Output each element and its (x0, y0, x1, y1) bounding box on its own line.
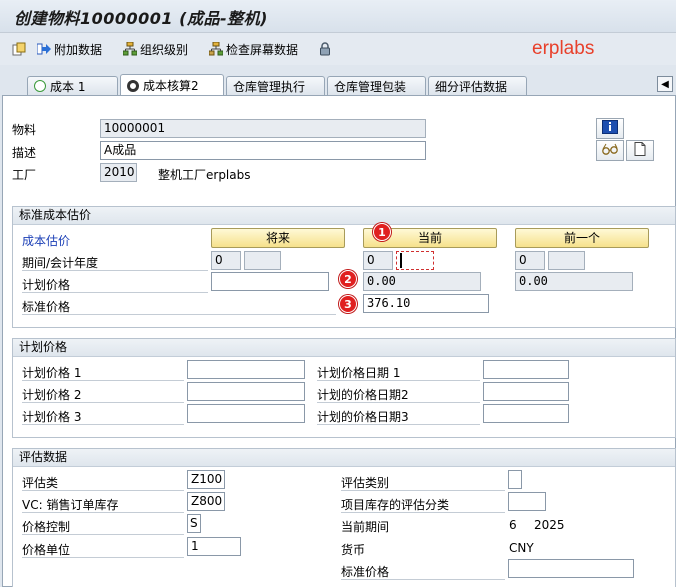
check-screen-data-button[interactable]: 检查屏幕数据 (208, 40, 298, 58)
valuation-std-price-label: 标准价格 (341, 565, 390, 579)
planned-price-3-field[interactable] (187, 404, 305, 423)
plant-label: 工厂 (12, 168, 37, 182)
callout-badge-2: 2 (339, 270, 357, 288)
tab-split-valuation[interactable]: 细分评估数据 (428, 76, 527, 95)
previous-button[interactable]: 前一个 (515, 228, 649, 248)
valuation-std-price-field[interactable] (508, 559, 634, 578)
current-std-price-field[interactable]: 376.10 (363, 294, 489, 313)
plant-name: 整机工厂erplabs (158, 168, 251, 182)
planned-date-1-label: 计划价格日期 1 (317, 366, 401, 380)
future-planned-price-field[interactable] (211, 272, 329, 291)
radio-selected-icon (127, 79, 139, 92)
planned-date-2-field[interactable] (483, 382, 569, 401)
window-title: 创建物料10000001 (成品-整机) (14, 9, 268, 28)
valuation-category-field[interactable] (508, 470, 522, 489)
vc-sales-order-field[interactable]: Z800 (187, 492, 225, 511)
org-levels-button[interactable]: 组织级别 (122, 40, 188, 58)
tab-cost-1[interactable]: 成本 1 (27, 76, 118, 95)
currency-label: 货币 (341, 543, 366, 557)
current-year-value: 2025 (534, 518, 565, 532)
price-control-field[interactable]: S (187, 514, 201, 533)
future-button[interactable]: 将来 (211, 228, 345, 248)
project-stock-valuation-field[interactable] (508, 492, 546, 511)
std-price-label: 标准价格 (22, 300, 71, 314)
current-period-field[interactable]: 0 (363, 251, 393, 270)
tab-scroll-left-button[interactable]: ◀ (657, 76, 673, 92)
planned-price-3-label: 计划价格 3 (22, 410, 82, 424)
project-stock-valuation-label: 项目库存的评估分类 (341, 498, 450, 512)
valuation-class-label: 评估类 (22, 476, 59, 490)
material-field[interactable]: 10000001 (100, 119, 426, 138)
price-control-label: 价格控制 (22, 520, 71, 534)
tab-costing-2[interactable]: 成本核算2 (120, 74, 224, 96)
valuation-category-label: 评估类别 (341, 476, 390, 490)
lock-icon (318, 42, 332, 56)
vc-sales-order-label: VC: 销售订单库存 (22, 498, 119, 512)
brand-watermark: erplabs (532, 38, 595, 59)
planned-date-2-label: 计划的价格日期2 (317, 388, 409, 402)
triangle-left-icon: ◀ (661, 79, 669, 90)
material-label: 物料 (12, 123, 37, 137)
planned-date-3-field[interactable] (483, 404, 569, 423)
document-button[interactable] (626, 140, 654, 161)
planned-price-1-field[interactable] (187, 360, 305, 379)
planned-price-2-label: 计划价格 2 (22, 388, 82, 402)
lock-button[interactable] (318, 40, 335, 58)
tab-strip: 成本 1 成本核算2 仓库管理执行 仓库管理包装 细分评估数据 (0, 72, 676, 96)
text-cursor (400, 253, 402, 268)
check-circle-icon (34, 80, 46, 92)
info-button[interactable] (596, 118, 624, 139)
future-year-field[interactable] (244, 251, 281, 270)
planned-price-label: 计划价格 (22, 278, 71, 292)
valuation-class-field[interactable]: Z100 (187, 470, 225, 489)
title-bar: 创建物料10000001 (成品-整机) (0, 0, 676, 33)
previous-year-field[interactable] (548, 251, 585, 270)
current-period-label: 当前期间 (341, 520, 390, 534)
valuation-section-title: 评估数据 (13, 449, 675, 467)
planned-price-2-field[interactable] (187, 382, 305, 401)
previous-planned-price-field[interactable]: 0.00 (515, 272, 633, 291)
info-icon (602, 120, 618, 137)
copy-document-icon (12, 42, 26, 56)
period-year-label: 期间/会计年度 (22, 256, 99, 270)
tab-warehouse-exec[interactable]: 仓库管理执行 (226, 76, 325, 95)
currency-value: CNY (509, 541, 534, 555)
previous-period-field[interactable]: 0 (515, 251, 545, 270)
planned-date-1-field[interactable] (483, 360, 569, 379)
display-glasses-button[interactable] (596, 140, 624, 161)
document-icon (634, 142, 646, 159)
price-unit-field[interactable]: 1 (187, 537, 241, 556)
description-field[interactable]: A成品 (100, 141, 426, 160)
additional-data-button[interactable]: 附加数据 (36, 40, 102, 58)
tab-warehouse-pack[interactable]: 仓库管理包装 (327, 76, 426, 95)
glasses-icon (601, 143, 619, 158)
arrow-right-icon (36, 42, 51, 56)
price-unit-label: 价格单位 (22, 543, 71, 557)
check-data-icon (208, 41, 224, 56)
planned-section-title: 计划价格 (13, 339, 675, 357)
callout-badge-1: 1 (373, 223, 391, 241)
planned-date-3-label: 计划的价格日期3 (317, 410, 409, 424)
planned-price-1-label: 计划价格 1 (22, 366, 82, 380)
callout-badge-3: 3 (339, 295, 357, 313)
cost-estimate-label: 成本估价 (22, 234, 71, 248)
std-cost-section-title: 标准成本估价 (13, 207, 675, 225)
description-label: 描述 (12, 146, 37, 160)
org-hierarchy-icon (122, 41, 138, 56)
other-material-button[interactable] (12, 40, 29, 58)
current-planned-price-field[interactable]: 0.00 (363, 272, 481, 291)
current-period-value: 6 (509, 518, 517, 532)
future-period-field[interactable]: 0 (211, 251, 241, 270)
plant-field[interactable]: 2010 (100, 163, 137, 182)
